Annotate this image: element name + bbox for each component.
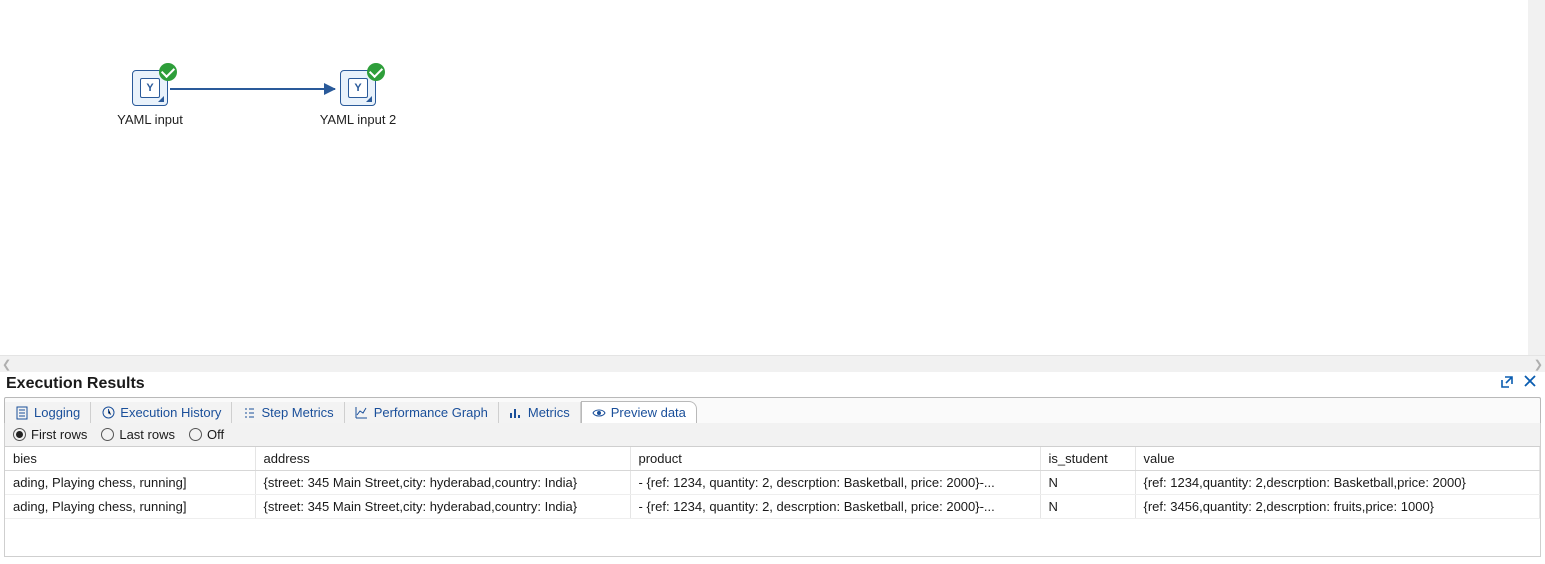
workflow-canvas[interactable]: Y YAML input Y YAML input 2 [0, 0, 1528, 355]
node-label: YAML input [90, 112, 210, 127]
radio-last-rows[interactable]: Last rows [101, 427, 175, 442]
radio-dot-icon [13, 428, 26, 441]
results-panel-header: Execution Results [0, 372, 1545, 395]
results-panel-actions [1499, 374, 1537, 393]
success-check-icon [159, 63, 177, 81]
tab-label: Preview data [611, 405, 686, 420]
tab-label: Logging [34, 405, 80, 420]
yaml-node-icon: Y [132, 70, 168, 106]
cell: {street: 345 Main Street,city: hyderabad… [255, 471, 630, 495]
radio-dot-icon [101, 428, 114, 441]
line-chart-icon [355, 406, 369, 420]
radio-label: First rows [31, 427, 87, 442]
col-header[interactable]: product [630, 447, 1040, 471]
preview-table: bies address product is_student value ad… [5, 447, 1540, 519]
popout-icon[interactable] [1499, 374, 1515, 393]
table-header-row: bies address product is_student value [5, 447, 1540, 471]
node-output-handle-icon [366, 96, 372, 102]
tab-step-metrics[interactable]: Step Metrics [232, 402, 344, 423]
radio-label: Off [207, 427, 224, 442]
radio-first-rows[interactable]: First rows [13, 427, 87, 442]
cell: - {ref: 1234, quantity: 2, descrption: B… [630, 471, 1040, 495]
col-header[interactable]: value [1135, 447, 1540, 471]
yaml-glyph: Y [348, 78, 368, 98]
table-row[interactable]: ading, Playing chess, running] {street: … [5, 471, 1540, 495]
col-header[interactable]: bies [5, 447, 255, 471]
table-row[interactable]: ading, Playing chess, running] {street: … [5, 495, 1540, 519]
node-yaml-input-1[interactable]: Y YAML input [90, 70, 210, 127]
close-icon[interactable] [1523, 374, 1537, 393]
cell: {ref: 1234,quantity: 2,descrption: Baske… [1135, 471, 1540, 495]
eye-icon [592, 406, 606, 420]
preview-table-container: bies address product is_student value ad… [4, 447, 1541, 557]
list-icon [242, 406, 256, 420]
node-output-handle-icon [158, 96, 164, 102]
cell: N [1040, 471, 1135, 495]
col-header[interactable]: is_student [1040, 447, 1135, 471]
tab-logging[interactable]: Logging [5, 402, 91, 423]
workflow-canvas-container: Y YAML input Y YAML input 2 [0, 0, 1545, 355]
bar-chart-icon [509, 406, 523, 420]
document-icon [15, 406, 29, 420]
results-panel-title: Execution Results [6, 375, 145, 393]
radio-off[interactable]: Off [189, 427, 224, 442]
tab-label: Execution History [120, 405, 221, 420]
cell: {ref: 3456,quantity: 2,descrption: fruit… [1135, 495, 1540, 519]
col-header[interactable]: address [255, 447, 630, 471]
clock-icon [101, 406, 115, 420]
node-yaml-input-2[interactable]: Y YAML input 2 [298, 70, 418, 127]
scroll-right-icon[interactable]: ❯ [1534, 358, 1543, 371]
radio-dot-icon [189, 428, 202, 441]
tab-label: Performance Graph [374, 405, 488, 420]
tab-execution-history[interactable]: Execution History [91, 402, 232, 423]
canvas-horizontal-scrollbar[interactable]: ❮ ❯ [0, 355, 1545, 372]
node-label: YAML input 2 [298, 112, 418, 127]
cell: {street: 345 Main Street,city: hyderabad… [255, 495, 630, 519]
cell: - {ref: 1234, quantity: 2, descrption: B… [630, 495, 1040, 519]
success-check-icon [367, 63, 385, 81]
scroll-left-icon[interactable]: ❮ [2, 358, 11, 371]
radio-label: Last rows [119, 427, 175, 442]
results-tabbar: Logging Execution History Step Metrics P… [4, 397, 1541, 423]
cell: N [1040, 495, 1135, 519]
tab-performance-graph[interactable]: Performance Graph [345, 402, 499, 423]
tab-label: Metrics [528, 405, 570, 420]
yaml-glyph: Y [140, 78, 160, 98]
cell: ading, Playing chess, running] [5, 495, 255, 519]
tab-metrics[interactable]: Metrics [499, 402, 581, 423]
cell: ading, Playing chess, running] [5, 471, 255, 495]
tab-label: Step Metrics [261, 405, 333, 420]
preview-row-mode: First rows Last rows Off [4, 423, 1541, 447]
yaml-node-icon: Y [340, 70, 376, 106]
tab-preview-data[interactable]: Preview data [581, 401, 697, 423]
